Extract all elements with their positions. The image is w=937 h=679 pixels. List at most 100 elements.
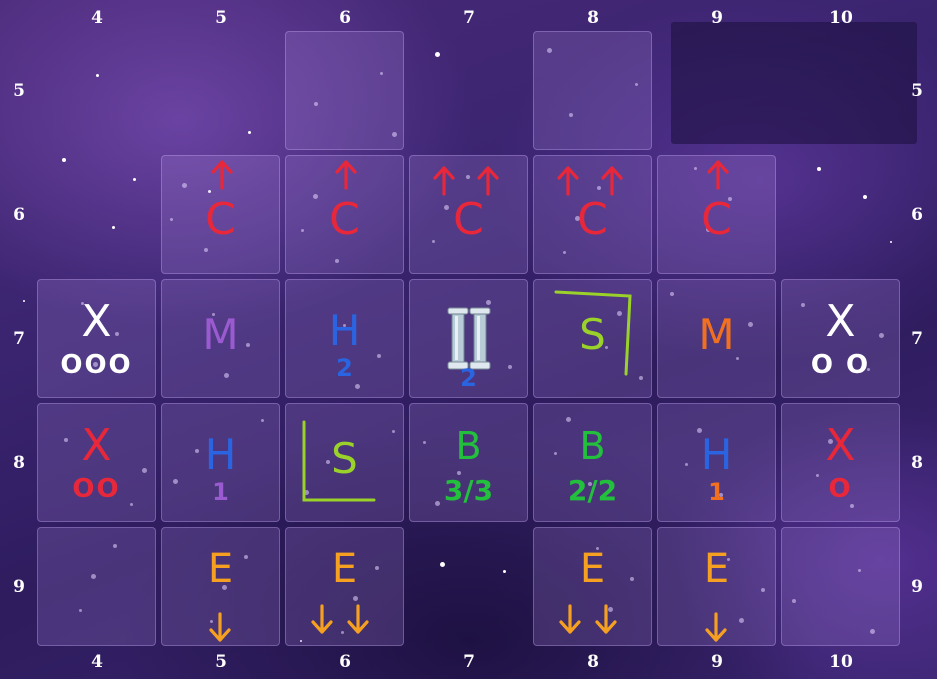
tile-symbol: E (579, 546, 606, 592)
up-arrow-icon (433, 166, 455, 196)
tile-drawing (38, 528, 156, 646)
tile-subtext: OO (72, 474, 121, 504)
row-label-left-5: 5 (13, 81, 25, 101)
tile-r8c9[interactable]: H1 (657, 403, 776, 522)
tile-symbol: X (81, 296, 112, 347)
down-arrow-icon (311, 604, 333, 634)
row-label-right-6: 6 (911, 205, 923, 225)
row-label-left-7: 7 (13, 329, 25, 349)
row-label-left-6: 6 (13, 205, 25, 225)
tile-symbol: C (329, 194, 360, 245)
up-arrow-icon (707, 160, 729, 190)
tile-r9c9[interactable]: E (657, 527, 776, 646)
down-arrow-icon (347, 604, 369, 634)
tile-symbol: H (328, 306, 361, 355)
tile-r7c5[interactable]: M (161, 279, 280, 398)
tile-symbol: X (825, 420, 856, 471)
tile-symbol: C (205, 194, 236, 245)
row-label-right-9: 9 (911, 577, 923, 597)
tile-symbol: M (698, 310, 735, 359)
col-label-bottom-7: 7 (463, 652, 475, 672)
tile-r8c6[interactable]: S (285, 403, 404, 522)
col-label-bottom-5: 5 (215, 652, 227, 672)
tile-r6c5[interactable]: C (161, 155, 280, 274)
tile-subtext: OOO (60, 350, 133, 380)
tile-r7c10[interactable]: XO O (781, 279, 900, 398)
col-label-top-10: 10 (829, 8, 853, 28)
tile-symbol: H (700, 430, 733, 479)
tile-r7c4[interactable]: X OOO (37, 279, 156, 398)
col-label-top-6: 6 (339, 8, 351, 28)
tile-symbol: X (825, 296, 856, 347)
col-label-bottom-9: 9 (711, 652, 723, 672)
up-arrow-icon (557, 166, 579, 196)
tile-symbol: H (204, 430, 237, 479)
star (890, 241, 892, 243)
tile-r8c8[interactable]: B 2/2 (533, 403, 652, 522)
tile-r7c9[interactable]: M (657, 279, 776, 398)
tile-r7c8[interactable]: S (533, 279, 652, 398)
down-arrow-icon (705, 612, 727, 642)
row-label-left-9: 9 (13, 577, 25, 597)
tile-r9c6[interactable]: E (285, 527, 404, 646)
col-label-bottom-10: 10 (829, 652, 853, 672)
tile-r7c7[interactable]: 2 (409, 279, 528, 398)
tile-r8c5[interactable]: H1 (161, 403, 280, 522)
star (440, 562, 445, 567)
minimap-panel[interactable] (671, 22, 917, 144)
down-arrow-icon (559, 604, 581, 634)
tile-drawing (286, 32, 404, 150)
tile-subtext: 1 (708, 478, 725, 506)
tile-r7c6[interactable]: H2 (285, 279, 404, 398)
tile-subtext: 1 (212, 478, 229, 506)
tile-r9c4[interactable] (37, 527, 156, 646)
tile-r8c10[interactable]: XO (781, 403, 900, 522)
up-arrow-icon (477, 166, 499, 196)
row-label-right-8: 8 (911, 453, 923, 473)
star (112, 226, 115, 229)
up-arrow-icon (335, 160, 357, 190)
col-label-bottom-8: 8 (587, 652, 599, 672)
tile-subtext: O (828, 474, 853, 504)
star (96, 74, 99, 77)
tile-symbol: M (202, 310, 239, 359)
row-label-right-7: 7 (911, 329, 923, 349)
tile-subtext: O O (810, 350, 871, 380)
tile-r6c6[interactable]: C (285, 155, 404, 274)
col-label-bottom-4: 4 (91, 652, 103, 672)
tile-r6c8[interactable]: C (533, 155, 652, 274)
tile-r8c7[interactable]: B 3/3 (409, 403, 528, 522)
tile-symbol: E (703, 546, 730, 592)
tile-subtext: 3/3 (443, 474, 494, 507)
tile-r8c4[interactable]: X OO (37, 403, 156, 522)
pillars-icon (447, 307, 491, 370)
tile-symbol: C (453, 194, 484, 245)
tile-subtext: 2/2 (567, 474, 618, 507)
tile-r6c9[interactable]: C (657, 155, 776, 274)
tile-r6c7[interactable]: C (409, 155, 528, 274)
tile-symbol: E (207, 546, 234, 592)
tile-symbol: C (701, 194, 732, 245)
star (248, 131, 251, 134)
up-arrow-icon (601, 166, 623, 196)
tile-r5c6[interactable] (285, 31, 404, 150)
tile-drawing (534, 32, 652, 150)
tile-symbol: X (81, 420, 112, 471)
star (503, 570, 506, 573)
star (817, 167, 821, 171)
col-label-top-4: 4 (91, 8, 103, 28)
tile-r5c8[interactable] (533, 31, 652, 150)
star (435, 52, 440, 57)
tile-r9c5[interactable]: E (161, 527, 280, 646)
tile-symbol: B (455, 424, 482, 468)
tile-symbol: S (331, 434, 358, 483)
star (863, 195, 867, 199)
down-arrow-icon (209, 612, 231, 642)
tile-r9c10[interactable] (781, 527, 900, 646)
row-label-left-8: 8 (13, 453, 25, 473)
tile-subtext: 2 (336, 354, 353, 382)
down-arrow-icon (595, 604, 617, 634)
tile-r9c8[interactable]: E (533, 527, 652, 646)
col-label-top-8: 8 (587, 8, 599, 28)
row-label-right-5: 5 (911, 81, 923, 101)
